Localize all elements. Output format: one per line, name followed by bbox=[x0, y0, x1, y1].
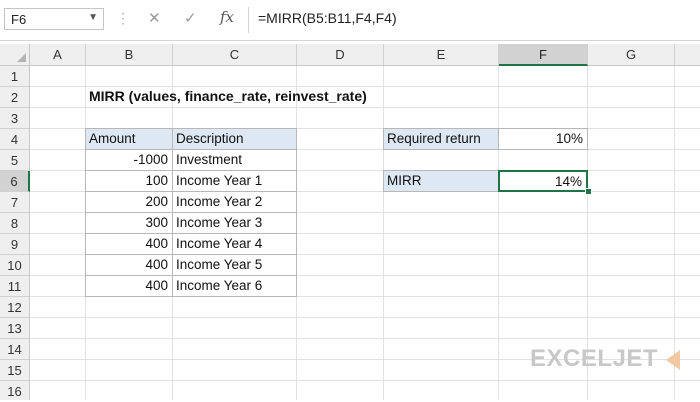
description-cell[interactable]: Income Year 3 bbox=[172, 212, 297, 234]
row-header-10[interactable]: 10 bbox=[0, 255, 30, 276]
row-header-16[interactable]: 16 bbox=[0, 381, 30, 400]
row-header-9[interactable]: 9 bbox=[0, 234, 30, 255]
amount-cell[interactable]: 400 bbox=[85, 233, 173, 255]
gridline bbox=[30, 380, 700, 381]
gridline bbox=[30, 317, 700, 318]
formula-input[interactable]: =MIRR(B5:B11,F4,F4) bbox=[258, 10, 397, 26]
required-return-value[interactable]: 10% bbox=[498, 128, 588, 150]
row-header-6[interactable]: 6 bbox=[0, 171, 30, 192]
name-box-value: F6 bbox=[11, 12, 27, 27]
column-header-f[interactable]: F bbox=[499, 44, 588, 66]
column-header-e[interactable]: E bbox=[384, 44, 499, 66]
select-all-icon bbox=[17, 53, 26, 62]
amount-cell[interactable]: -1000 bbox=[85, 149, 173, 171]
row-header-4[interactable]: 4 bbox=[0, 129, 30, 150]
enter-icon[interactable]: ✓ bbox=[184, 9, 197, 27]
row-header-1[interactable]: 1 bbox=[0, 66, 30, 87]
description-cell[interactable]: Income Year 1 bbox=[172, 170, 297, 192]
name-box[interactable]: F6 ▼ bbox=[4, 8, 104, 30]
exceljet-logo-icon bbox=[666, 350, 680, 370]
exceljet-logo: EXCELJET bbox=[530, 345, 659, 372]
row-header-15[interactable]: 15 bbox=[0, 360, 30, 381]
gridline bbox=[30, 107, 700, 108]
column-header-h[interactable] bbox=[675, 44, 700, 66]
description-cell[interactable]: Income Year 6 bbox=[172, 275, 297, 297]
row-header-7[interactable]: 7 bbox=[0, 192, 30, 213]
gridline bbox=[30, 338, 700, 339]
select-all-button[interactable] bbox=[0, 44, 30, 66]
column-header-a[interactable]: A bbox=[30, 44, 86, 66]
row-header-5[interactable]: 5 bbox=[0, 150, 30, 171]
mirr-value-cell[interactable]: 14% bbox=[498, 170, 588, 192]
chevron-down-icon[interactable]: ▼ bbox=[88, 12, 98, 23]
amount-cell[interactable]: 300 bbox=[85, 212, 173, 234]
table-header-description[interactable]: Description bbox=[172, 128, 297, 150]
gridline bbox=[30, 86, 700, 87]
row-header-13[interactable]: 13 bbox=[0, 318, 30, 339]
grip-icon: ⋮ bbox=[116, 10, 131, 26]
description-cell[interactable]: Investment bbox=[172, 149, 297, 171]
description-cell[interactable]: Income Year 5 bbox=[172, 254, 297, 276]
column-header-g[interactable]: G bbox=[588, 44, 675, 66]
column-header-b[interactable]: B bbox=[86, 44, 173, 66]
cancel-icon[interactable]: ✕ bbox=[148, 9, 161, 27]
description-cell[interactable]: Income Year 2 bbox=[172, 191, 297, 213]
row-header-11[interactable]: 11 bbox=[0, 276, 30, 297]
fill-handle[interactable] bbox=[585, 188, 592, 195]
row-header-3[interactable]: 3 bbox=[0, 108, 30, 129]
amount-cell[interactable]: 100 bbox=[85, 170, 173, 192]
insert-function-icon[interactable]: fx bbox=[220, 8, 234, 26]
amount-cell[interactable]: 200 bbox=[85, 191, 173, 213]
sheet-title[interactable]: MIRR (values, finance_rate, reinvest_rat… bbox=[89, 88, 367, 104]
row-header-2[interactable]: 2 bbox=[0, 87, 30, 108]
description-cell[interactable]: Income Year 4 bbox=[172, 233, 297, 255]
formula-divider bbox=[248, 7, 249, 33]
row-header-14[interactable]: 14 bbox=[0, 339, 30, 360]
row-header-8[interactable]: 8 bbox=[0, 213, 30, 234]
formula-bar: F6 ▼ ⋮ ✕ ✓ fx =MIRR(B5:B11,F4,F4) bbox=[0, 0, 700, 41]
mirr-label[interactable]: MIRR bbox=[383, 170, 499, 192]
amount-cell[interactable]: 400 bbox=[85, 275, 173, 297]
table-header-amount[interactable]: Amount bbox=[85, 128, 173, 150]
amount-cell[interactable]: 400 bbox=[85, 254, 173, 276]
column-header-d[interactable]: D bbox=[297, 44, 384, 66]
column-header-c[interactable]: C bbox=[173, 44, 297, 66]
required-return-label[interactable]: Required return bbox=[383, 128, 499, 150]
row-header-12[interactable]: 12 bbox=[0, 297, 30, 318]
